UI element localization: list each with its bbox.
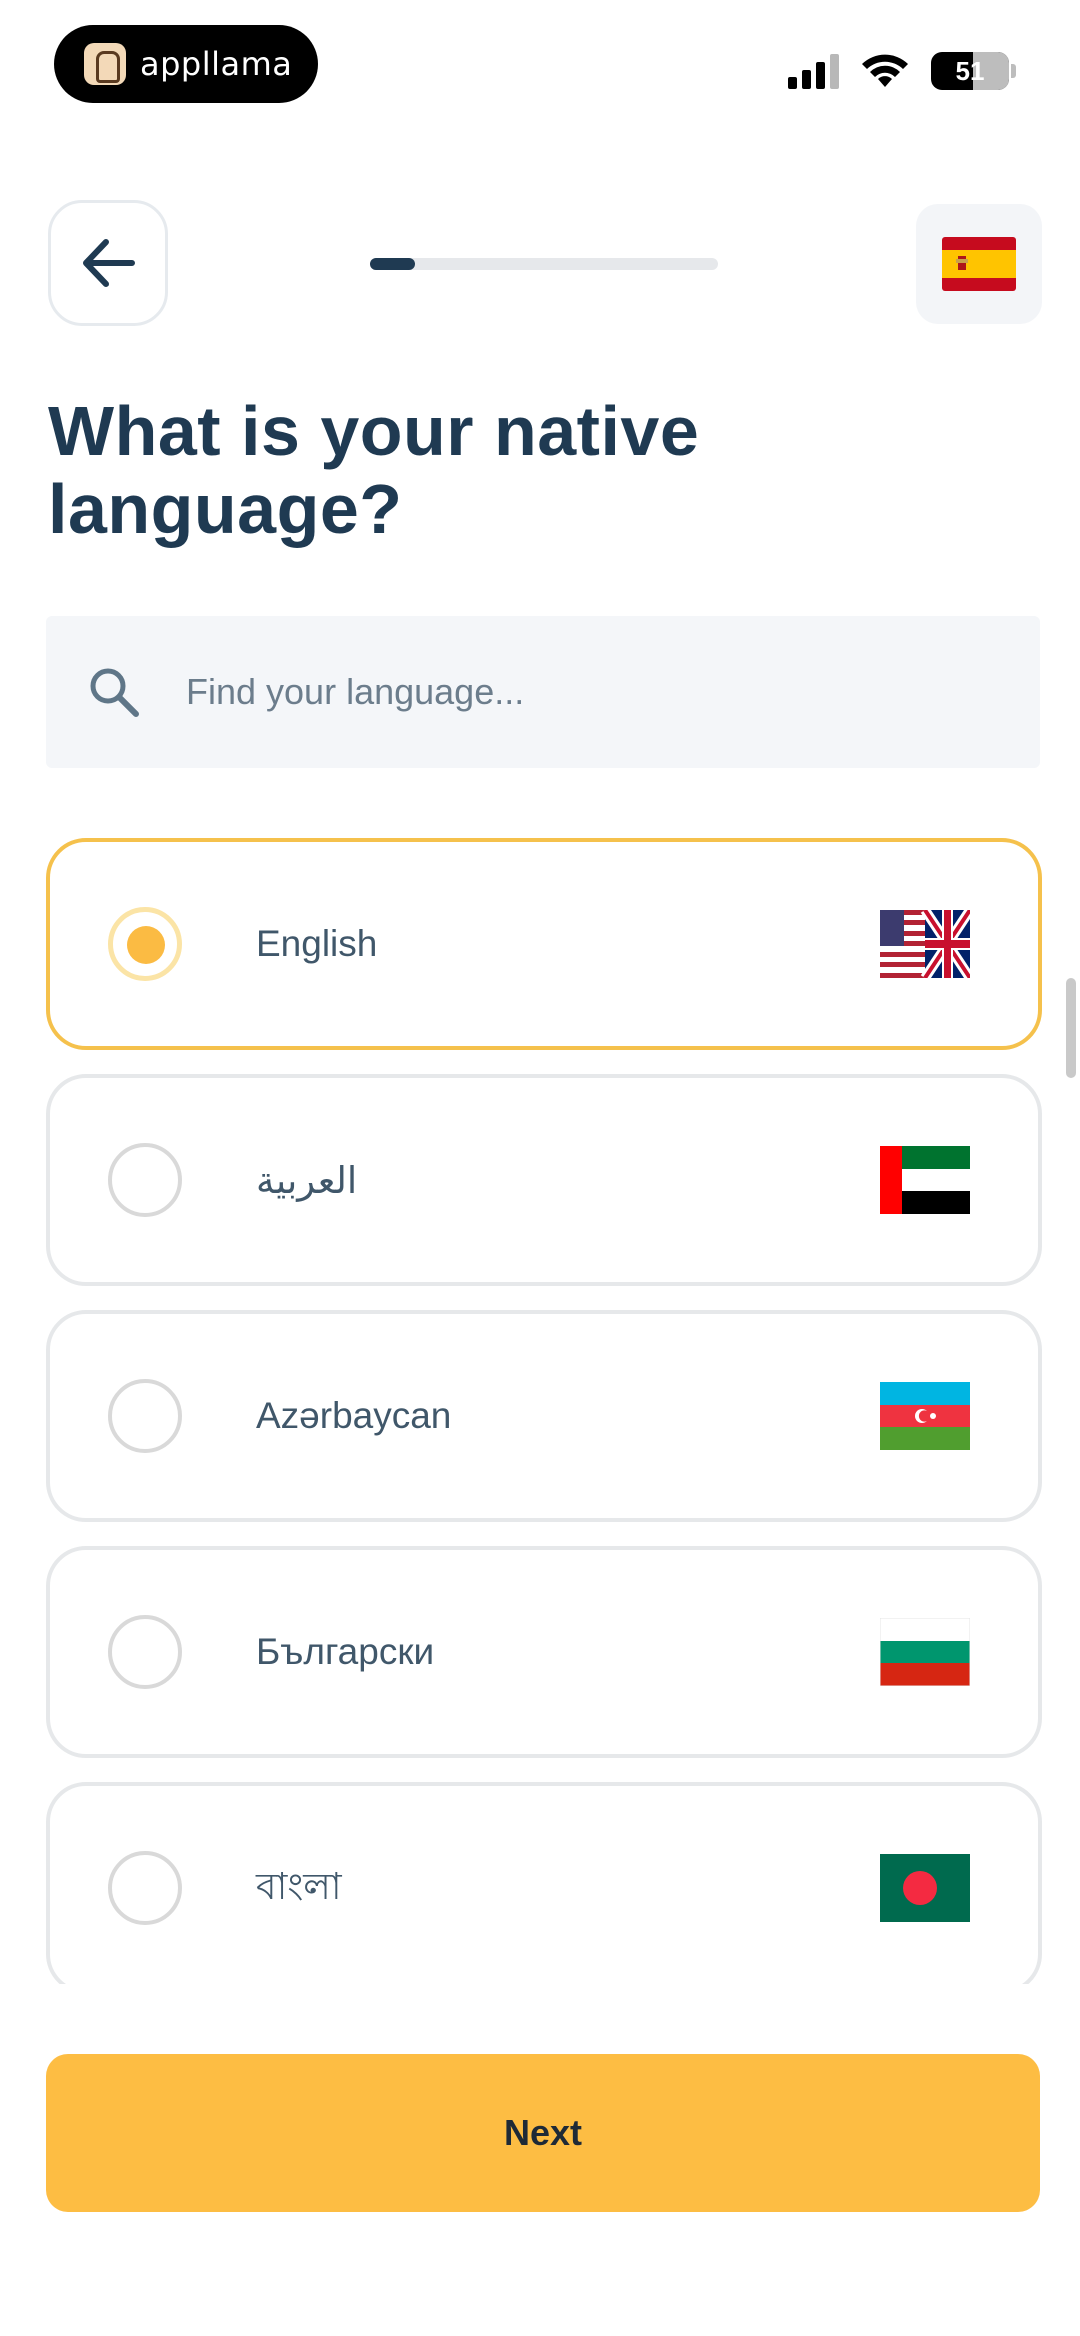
arrow-left-icon: [83, 239, 135, 287]
language-option-english[interactable]: English: [46, 838, 1042, 1050]
search-input[interactable]: [186, 671, 966, 713]
spain-flag-icon: [942, 237, 1016, 291]
status-bar: appllama 51: [0, 0, 1080, 110]
language-option-arabic[interactable]: العربية: [46, 1074, 1042, 1286]
radio-button[interactable]: [108, 1851, 182, 1925]
language-label: বাংলা: [256, 1865, 342, 1907]
next-button[interactable]: Next: [46, 2054, 1040, 2212]
language-label: العربية: [256, 1159, 358, 1201]
language-label: Български: [256, 1631, 435, 1672]
bangladesh-flag-icon: [880, 1854, 970, 1922]
language-label: Azərbaycan: [256, 1395, 452, 1436]
azerbaijan-flag-icon: [880, 1382, 970, 1450]
app-indicator-pill[interactable]: appllama: [54, 25, 318, 103]
language-option-bengali[interactable]: বাংলা: [46, 1782, 1042, 1984]
bulgaria-flag-icon: [880, 1618, 970, 1686]
app-name: appllama: [140, 45, 293, 83]
search-icon: [90, 668, 139, 717]
status-icons: 51: [788, 52, 1016, 90]
battery-cap: [1011, 64, 1016, 78]
cellular-signal-icon: [788, 53, 839, 89]
progress-bar: [370, 258, 718, 270]
wifi-icon: [862, 54, 908, 87]
radio-button[interactable]: [108, 1615, 182, 1689]
language-option-bulgarian[interactable]: Български: [46, 1546, 1042, 1758]
radio-button[interactable]: [108, 1379, 182, 1453]
language-option-azerbaijani[interactable]: Azərbaycan: [46, 1310, 1042, 1522]
search-box[interactable]: [46, 616, 1040, 768]
appllama-logo-icon: [84, 43, 126, 85]
radio-button[interactable]: [108, 1143, 182, 1217]
page-title: What is your native language?: [48, 392, 700, 548]
uae-flag-icon: [880, 1146, 970, 1214]
scrollbar[interactable]: [1066, 978, 1076, 1078]
battery-icon: 51: [931, 52, 1009, 90]
us-uk-flag-icon: [880, 910, 970, 978]
language-label: English: [256, 923, 378, 964]
radio-button[interactable]: [108, 907, 182, 981]
progress-fill: [370, 258, 416, 270]
language-list[interactable]: English العربية Azərbaycan Български বাং…: [46, 838, 1042, 1984]
target-language-button[interactable]: [916, 204, 1042, 324]
battery-level: 51: [955, 55, 985, 86]
back-button[interactable]: [48, 200, 168, 326]
